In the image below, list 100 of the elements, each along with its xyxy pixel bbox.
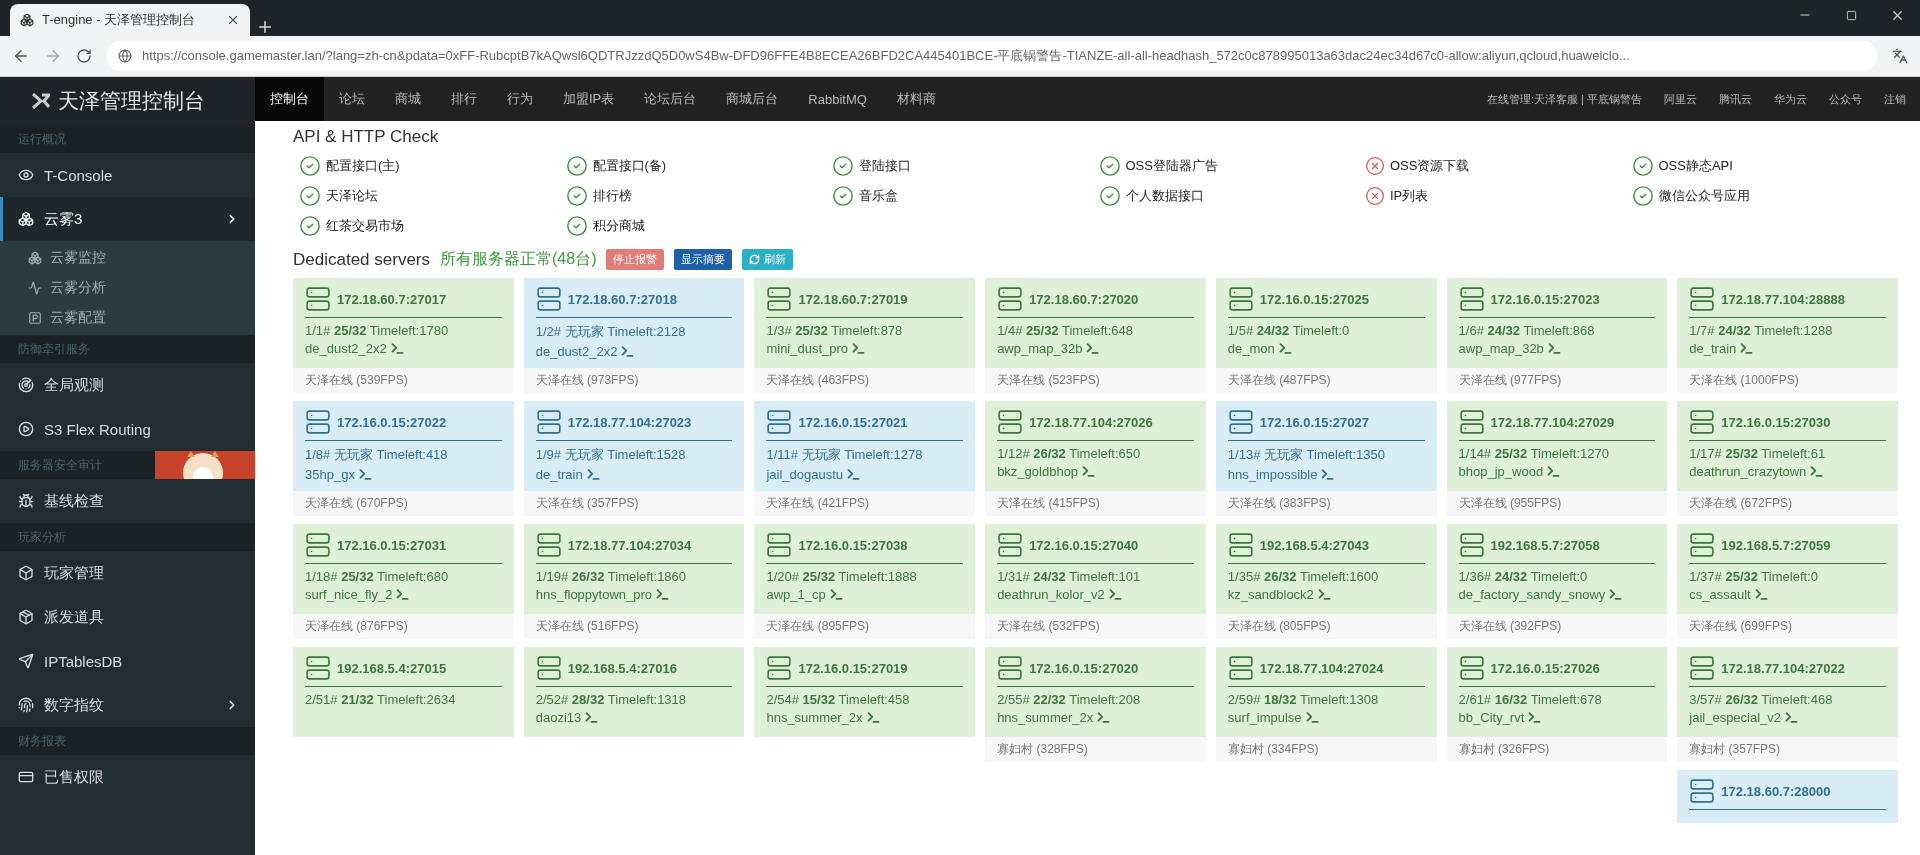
nav-link[interactable]: 公众号: [1829, 91, 1862, 107]
server-address: 172.18.77.104:27023: [567, 414, 692, 430]
sidebar-item[interactable]: 数字指纹: [0, 683, 255, 727]
menu-item-icon: [18, 769, 34, 785]
map-name: de_dust2_2x2: [305, 341, 387, 356]
terminal-icon: [620, 344, 636, 359]
menu-item-icon: [18, 167, 34, 183]
nav-tab[interactable]: 控制台: [255, 77, 324, 121]
server-stats: 1/11# 无玩家 Timeleft:1278: [766, 446, 924, 464]
browser-tab[interactable]: T-engine - 天泽管理控制台: [10, 4, 250, 36]
check-label: OSS静态API: [1658, 157, 1733, 175]
nav-link[interactable]: 腾讯云: [1719, 91, 1752, 107]
server-stats: 1/2# 无玩家 Timeleft:2128: [535, 323, 687, 341]
server-address: 172.18.60.7:28000: [1721, 783, 1831, 799]
sidebar-item[interactable]: 云雾3: [0, 197, 255, 241]
submenu-item[interactable]: 云雾监控: [0, 243, 255, 273]
server-footer: 天泽在线 (805FPS): [1215, 614, 1437, 639]
back-button[interactable]: [12, 47, 30, 65]
nav-link[interactable]: 阿里云: [1664, 91, 1697, 107]
nav-tab[interactable]: 商城后台: [711, 77, 794, 121]
check-label: OSS登陆器广告: [1125, 157, 1218, 175]
terminal-icon: [584, 710, 600, 725]
server-stats: 1/19# 26/32 Timeleft:1860: [535, 569, 688, 584]
server-icon: [766, 409, 793, 435]
nav-tab[interactable]: 论坛: [324, 77, 380, 121]
server-address: 172.18.77.104:27029: [1490, 414, 1615, 430]
brand-title: 天泽管理控制台: [58, 88, 205, 114]
map-name: jail_especial_v2: [1689, 710, 1782, 725]
section-title: 防御牵引服务: [0, 335, 255, 363]
close-tab-button[interactable]: [226, 13, 240, 27]
sidebar-item[interactable]: 全局观测: [0, 363, 255, 407]
server-address: 192.168.5.7:27058: [1490, 537, 1600, 553]
sidebar-item[interactable]: 派发道具: [0, 595, 255, 639]
map-name: jail_dogaustu: [766, 467, 844, 482]
sidebar-item[interactable]: 基线检查: [0, 479, 255, 523]
terminal-icon: [846, 467, 862, 482]
terminal-icon: [1753, 587, 1769, 602]
check-label: 配置接口(备): [592, 157, 667, 175]
server-address: 172.16.0.15:27023: [1490, 291, 1600, 307]
nav-tab[interactable]: 商城: [380, 77, 436, 121]
nav-tab[interactable]: 加盟IP表: [548, 77, 630, 121]
new-tab-button[interactable]: [256, 18, 274, 36]
menu-item-icon: [18, 653, 34, 669]
menu-item-icon: [18, 609, 34, 625]
nav-tab[interactable]: 排行: [436, 77, 492, 121]
map-name: de_factory_sandy_snowy: [1458, 587, 1606, 602]
refresh-icon: [749, 254, 761, 265]
server-icon: [1458, 409, 1485, 435]
server-icon: [1458, 286, 1485, 312]
check-label: 排行榜: [592, 187, 632, 205]
server-icon: [1227, 655, 1254, 681]
server-address: 192.168.5.4:27015: [337, 660, 447, 676]
address-field[interactable]: https://console.gamemaster.lan/?lang=zh-cn&pdata=0xFF-RubcptB7kAQwsl6QDTRJzzdQ5D0wS4Bw-DFD96FFE4B8ECEA26BFD2CA445401BCE-平底锅警告-TIANZE-all-all-headhash_572c0c878995013a63dac24ec34d67c0-allow:aliyun,qcloud,huaweiclo...: [106, 41, 1878, 71]
server-stats: 1/3# 25/32 Timeleft:878: [766, 323, 904, 338]
server-address: 172.16.0.15:27040: [1029, 537, 1139, 553]
server-footer: 寡妇村 (334FPS): [1215, 737, 1437, 762]
reload-button[interactable]: [76, 48, 92, 64]
nav-tab[interactable]: RabbitMQ: [793, 77, 882, 121]
server-stats: 1/14# 25/32 Timeleft:1270: [1458, 446, 1610, 461]
check-label: OSS资源下载: [1390, 157, 1470, 175]
nav-link[interactable]: 注销: [1884, 91, 1906, 107]
server-stats: 1/12# 26/32 Timeleft:650: [997, 446, 1142, 461]
server-address: 172.16.0.15:27022: [337, 414, 447, 430]
terminal-icon: [865, 710, 881, 725]
sidebar-item[interactable]: 已售权限: [0, 755, 255, 799]
terminal-icon: [389, 341, 405, 356]
plus-icon: [256, 18, 274, 36]
server-address: 172.18.60.7:27019: [798, 291, 908, 307]
server-icon: [535, 532, 562, 558]
nav-tab[interactable]: 材料商: [881, 77, 951, 121]
map-name: de_train: [1689, 341, 1737, 356]
nav-link[interactable]: 华为云: [1774, 91, 1807, 107]
check-label: 积分商城: [592, 217, 645, 235]
server-icon: [766, 655, 793, 681]
translate-button[interactable]: [1892, 48, 1908, 64]
sidebar-item[interactable]: T-Console: [0, 153, 255, 197]
submenu-item-icon: [28, 281, 42, 295]
server-footer: 天泽在线 (699FPS): [1677, 614, 1898, 639]
server-icon: [766, 532, 793, 558]
server-stats: 1/13# 无玩家 Timeleft:1350: [1227, 446, 1386, 464]
submenu-item[interactable]: 云雾配置: [0, 303, 255, 333]
sidebar-item[interactable]: S3 Flex Routing: [0, 407, 255, 451]
submenu-item[interactable]: 云雾分析: [0, 273, 255, 303]
map-name: de_train: [535, 467, 583, 482]
action-button[interactable]: 显示摘要: [674, 249, 733, 270]
sidebar-item[interactable]: IPTablesDB: [0, 639, 255, 683]
section-heading: Dedicated servers: [293, 249, 430, 270]
server-address: 172.18.77.104:28888: [1721, 291, 1845, 307]
nav-tab[interactable]: 行为: [492, 77, 548, 121]
map-name: awp_map_32b: [1458, 341, 1544, 356]
nav-tab[interactable]: 论坛后台: [629, 77, 712, 121]
map-name: bb_City_rvt: [1458, 710, 1525, 725]
translate-icon: [1892, 48, 1908, 64]
sidebar-item[interactable]: 玩家管理: [0, 551, 255, 595]
tab-title: T-engine - 天泽管理控制台: [42, 11, 197, 29]
nav-link[interactable]: 在线管理:天泽客服 | 平底锅警告: [1486, 91, 1642, 107]
section-heading: API & HTTP Check: [293, 127, 440, 147]
map-name: surf_impulse: [1227, 710, 1302, 725]
server-stats: 1/20# 25/32 Timeleft:1888: [766, 569, 918, 584]
server-footer: 天泽在线 (487FPS): [1215, 368, 1437, 393]
